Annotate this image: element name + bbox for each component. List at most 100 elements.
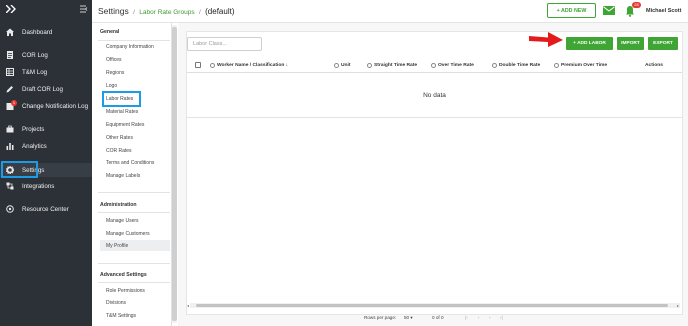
sidebar-item-label: Integrations <box>22 182 55 190</box>
table-bottom-border <box>187 117 682 118</box>
import-button[interactable]: IMPORT <box>617 37 644 50</box>
pagination-range: 0 of 0 <box>432 315 444 320</box>
column-header-over-time-rate[interactable]: Over Time Rate <box>431 63 474 68</box>
export-button[interactable]: EXPORT <box>648 37 678 50</box>
column-header-unit[interactable]: Unit <box>334 63 351 68</box>
sidebar-item-label: Dashboard <box>22 28 53 36</box>
document-icon <box>6 51 14 59</box>
app-logo[interactable] <box>5 4 16 16</box>
column-header-premium-over-time[interactable]: Premium Over Time <box>554 63 607 68</box>
integrations-icon <box>6 182 14 190</box>
labor-rates-highlight-box <box>102 91 141 107</box>
sidebar-item-label: COR Log <box>22 51 48 59</box>
divider <box>98 263 170 264</box>
app-window: Dashboard COR Log T&M Log Draft COR Log … <box>0 0 688 326</box>
sidebar-item-resource-center[interactable]: Resource Center <box>0 202 92 216</box>
settings-nav-item-equipment-rates[interactable]: Equipment Rates <box>106 122 144 128</box>
settings-nav-item-regions[interactable]: Regions <box>106 70 124 76</box>
sort-icon <box>334 63 339 68</box>
table-header: Worker Name / Classification ↓ Unit Stra… <box>187 58 682 73</box>
rows-per-page-select[interactable]: 50 ▾ <box>404 315 413 321</box>
settings-nav-item-my-profile[interactable]: My Profile <box>106 243 128 249</box>
pencil-icon <box>6 85 14 93</box>
sidebar-item-analytics[interactable]: Analytics <box>0 139 92 153</box>
top-header: Settings / Labor Rate Groups / (default)… <box>92 0 688 23</box>
settings-nav-scrollbar-thumb[interactable] <box>172 27 177 321</box>
previous-page-icon[interactable]: ‹ <box>478 315 480 320</box>
settings-nav-item-tm-settings[interactable]: T&M Settings <box>106 313 136 319</box>
first-page-icon[interactable]: |‹ <box>465 315 468 320</box>
divider <box>98 282 170 283</box>
next-page-icon[interactable]: › <box>489 315 491 320</box>
sidebar-item-cor-log[interactable]: COR Log <box>0 48 92 62</box>
breadcrumb: Settings / Labor Rate Groups / (default) <box>98 6 235 16</box>
settings-nav-item-terms-and-conditions[interactable]: Terms and Conditions <box>106 160 154 166</box>
sidebar-item-draft-cor-log[interactable]: Draft COR Log <box>0 82 92 96</box>
column-header-double-time-rate[interactable]: Double Time Rate <box>492 63 540 68</box>
notification-badge: 28 <box>632 2 641 8</box>
section-header-advanced-settings: Advanced Settings <box>100 272 147 278</box>
scroll-right-icon[interactable]: ▸ <box>677 303 679 308</box>
settings-nav-item-role-permissions[interactable]: Role Permissions <box>106 288 145 294</box>
sidebar-item-label: Projects <box>22 125 45 133</box>
briefcase-icon <box>6 125 14 133</box>
rows-per-page-label: Rows per page: <box>364 315 397 320</box>
labor-rates-table-panel <box>186 31 683 315</box>
section-header-general: General <box>100 29 120 35</box>
add-labor-button[interactable]: + ADD LABOR <box>566 37 613 50</box>
scroll-left-icon[interactable]: ◂ <box>187 303 189 308</box>
divider <box>98 212 170 213</box>
page-title: Settings <box>98 6 129 16</box>
column-header-actions: Actions <box>645 63 663 68</box>
sidebar-item-label: Analytics <box>22 142 47 150</box>
main-sidebar: Dashboard COR Log T&M Log Draft COR Log … <box>0 0 92 326</box>
chevron-down-icon: ▾ <box>410 315 413 320</box>
labor-class-search-input[interactable]: Labor Class... <box>187 37 262 51</box>
sidebar-item-label: Resource Center <box>22 205 69 213</box>
settings-nav-item-divisions[interactable]: Divisions <box>106 300 126 306</box>
settings-nav-item-offices[interactable]: Offices <box>106 57 121 63</box>
settings-highlight-box <box>1 161 38 178</box>
settings-nav-item-manage-users[interactable]: Manage Users <box>106 218 139 224</box>
settings-nav-item-material-rates[interactable]: Material Rates <box>106 109 138 115</box>
breadcrumb-link-labor-rate-groups[interactable]: Labor Rate Groups <box>139 9 194 16</box>
sidebar-item-dashboard[interactable]: Dashboard <box>0 25 92 39</box>
settings-nav-item-logo[interactable]: Logo <box>106 83 117 89</box>
select-all-checkbox[interactable] <box>195 62 201 68</box>
no-data-message: No data <box>423 92 446 99</box>
breadcrumb-current: (default) <box>205 7 235 16</box>
table-icon <box>6 68 14 76</box>
bar-chart-icon <box>6 142 14 150</box>
divider <box>98 192 170 193</box>
divider <box>98 40 170 41</box>
help-circle-icon <box>6 205 14 213</box>
settings-nav-item-manage-labels[interactable]: Manage Labels <box>106 173 140 179</box>
add-new-button[interactable]: + ADD NEW <box>547 3 596 18</box>
notification-count-badge: 1 <box>11 100 17 106</box>
red-arrow-annotation <box>529 32 563 47</box>
sidebar-item-label: Change Notification Log <box>22 102 89 110</box>
sidebar-item-label: T&M Log <box>22 68 48 76</box>
sidebar-item-label: Draft COR Log <box>22 85 63 93</box>
column-header-straight-time-rate[interactable]: Straight Time Rate <box>367 63 417 68</box>
mail-icon[interactable] <box>603 6 615 15</box>
sidebar-item-projects[interactable]: Projects <box>0 122 92 136</box>
sort-icon <box>210 63 215 68</box>
section-header-administration: Administration <box>100 202 137 208</box>
settings-nav-item-cor-rates[interactable]: COR Rates <box>106 148 132 154</box>
settings-nav-item-manage-customers[interactable]: Manage Customers <box>106 231 150 237</box>
last-page-icon[interactable]: ›| <box>500 315 503 320</box>
sidebar-item-change-notification-log[interactable]: 1 Change Notification Log <box>0 99 92 113</box>
column-header-worker-name[interactable]: Worker Name / Classification ↓ <box>210 63 288 68</box>
sort-icon <box>431 63 436 68</box>
sort-icon <box>554 63 559 68</box>
table-horizontal-scrollbar-thumb[interactable] <box>196 304 668 307</box>
collapse-sidebar-icon[interactable] <box>80 5 88 13</box>
settings-nav-item-other-rates[interactable]: Other Rates <box>106 135 133 141</box>
sidebar-item-integrations[interactable]: Integrations <box>0 179 92 193</box>
sort-icon <box>492 63 497 68</box>
settings-nav-item-company-information[interactable]: Company Information <box>106 44 154 50</box>
sidebar-item-tm-log[interactable]: T&M Log <box>0 65 92 79</box>
user-name[interactable]: Michael Scott <box>646 8 681 14</box>
sort-icon <box>367 63 372 68</box>
